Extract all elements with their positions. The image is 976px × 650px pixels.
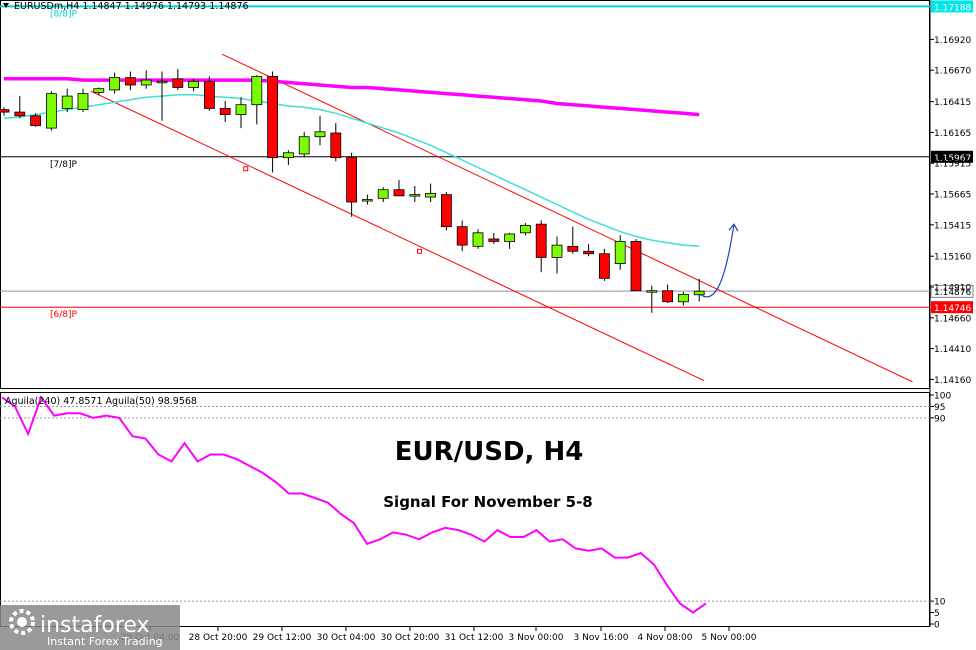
overlay-title: EUR/USD, H4 — [395, 437, 584, 467]
candle-body — [567, 245, 579, 252]
candle[interactable] — [203, 76, 215, 111]
candle-body — [440, 194, 452, 228]
indicator-tick-label: 90 — [934, 414, 946, 424]
candle-body — [203, 80, 215, 109]
time-tick-label: 5 Nov 00:00 — [702, 633, 757, 643]
channel-anchor — [243, 166, 249, 172]
candle-body — [583, 250, 594, 255]
candle-body — [504, 233, 516, 242]
time-tick-label: 3 Nov 16:00 — [574, 633, 629, 643]
candle-body — [219, 107, 231, 115]
price-tick-label: 1.16670 — [934, 67, 971, 77]
price-tick-label: 1.15415 — [934, 221, 971, 231]
candle-body — [125, 77, 136, 86]
candle[interactable] — [440, 192, 452, 231]
murrey-price-label: 1.17188 — [934, 3, 971, 13]
symbol-info: EURUSDm,H4 1.14847 1.14976 1.14793 1.148… — [14, 1, 249, 12]
murrey-label: [7/8]P — [50, 160, 78, 170]
candle-body — [0, 109, 10, 113]
candle-body — [30, 115, 42, 127]
candle-body — [409, 194, 421, 197]
candle-body — [330, 132, 342, 159]
candle-body — [346, 157, 358, 203]
candle-body — [614, 241, 626, 264]
candle-body — [46, 93, 57, 129]
price-tick-label: 1.14660 — [934, 314, 971, 324]
price-tick-label: 1.16415 — [934, 98, 971, 108]
candle-body — [425, 192, 437, 198]
watermark-tagline: Instant Forex Trading — [47, 635, 163, 648]
candle-body — [298, 136, 310, 155]
candle-body — [235, 104, 247, 115]
murrey-price-label: 1.14746 — [934, 304, 971, 314]
channel-anchor — [417, 248, 423, 254]
candle-body — [693, 290, 705, 296]
candle[interactable] — [630, 238, 642, 292]
candle[interactable] — [46, 91, 57, 131]
candle-body — [140, 79, 152, 86]
time-tick-label: 30 Oct 20:00 — [381, 633, 440, 643]
candle-body — [646, 290, 658, 293]
candle-body — [393, 189, 405, 197]
murrey-label: [6/8]P — [50, 310, 78, 320]
candle-body — [551, 244, 563, 258]
indicator-tick-label: 100 — [934, 392, 951, 402]
candle-body — [488, 238, 500, 242]
price-tick-label: 1.16920 — [934, 36, 971, 46]
candle-body — [472, 232, 484, 247]
overlay-subtitle: Signal For November 5-8 — [383, 493, 592, 511]
candle-body — [456, 226, 468, 246]
chart-canvas: [8/8]P1.17188[7/8]P1.15967[6/8]P1.14746 … — [0, 0, 976, 650]
candle-body — [156, 80, 168, 84]
candle-body — [109, 77, 120, 91]
indicator-tick-label: 10 — [934, 598, 946, 608]
candle-body — [267, 75, 279, 159]
price-tick-label: 1.14410 — [934, 345, 971, 355]
candle-body — [314, 131, 326, 138]
price-tick-label: 1.16165 — [934, 129, 971, 139]
time-tick-label: 29 Oct 12:00 — [253, 633, 312, 643]
price-tick-label: 1.15915 — [934, 160, 971, 170]
candle[interactable] — [599, 248, 610, 281]
candle-body — [251, 75, 263, 106]
candle-body — [599, 253, 610, 279]
price-tick-label: 1.14910 — [934, 283, 971, 293]
candle-body — [61, 95, 73, 109]
candle-body — [188, 80, 200, 88]
candle-body — [662, 290, 673, 303]
candle-body — [14, 111, 26, 117]
indicator-tick-label: 95 — [934, 403, 945, 413]
instaforex-watermark: instaforex Instant Forex Trading — [0, 605, 180, 650]
candle-body — [282, 152, 294, 159]
time-tick-label: 4 Nov 08:00 — [638, 633, 693, 643]
time-tick-label: 3 Nov 00:00 — [509, 633, 564, 643]
candle[interactable] — [267, 71, 279, 173]
candle-body — [172, 78, 184, 88]
candle-body — [678, 293, 689, 303]
time-tick-label: 30 Oct 04:00 — [317, 633, 376, 643]
time-tick-label: 28 Oct 20:00 — [189, 633, 248, 643]
indicator-tick-label: 5 — [934, 609, 940, 619]
candle-body — [520, 225, 531, 234]
candle-body — [377, 189, 389, 199]
price-tick-label: 1.15665 — [934, 191, 971, 201]
candle-body — [535, 223, 547, 258]
candle-body — [93, 88, 105, 93]
indicator-info: Aguila(240) 47.8571 Aguila(50) 98.9568 — [5, 396, 197, 407]
candle-body — [361, 199, 373, 202]
time-tick-label: 31 Oct 12:00 — [445, 633, 504, 643]
price-tick-label: 1.15160 — [934, 253, 971, 263]
candle-body — [630, 241, 642, 292]
price-tick-label: 1.14160 — [934, 376, 971, 386]
candle-body — [77, 93, 89, 111]
indicator-tick-label: 0 — [934, 621, 940, 631]
